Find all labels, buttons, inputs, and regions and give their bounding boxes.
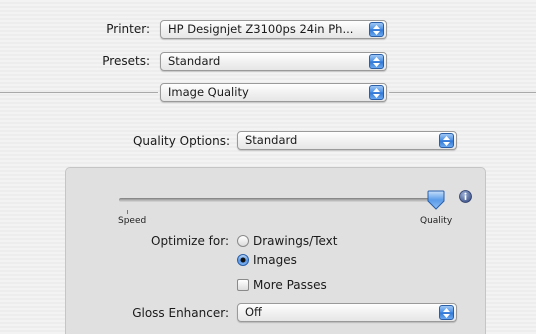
more-passes-label: More Passes — [253, 278, 327, 292]
presets-popup[interactable]: Standard — [160, 52, 387, 71]
slider-quality-label: Quality — [420, 216, 453, 226]
info-icon[interactable] — [459, 190, 472, 203]
popup-arrows-icon — [369, 85, 384, 100]
gloss-enhancer-value: Off — [245, 305, 262, 319]
quality-options-popup[interactable]: Standard — [237, 131, 457, 150]
radio-images-label: Images — [253, 253, 297, 267]
slider-speed-label: Speed — [118, 216, 147, 226]
radio-drawings-text[interactable] — [237, 235, 249, 247]
radio-drawings-text-label: Drawings/Text — [253, 234, 338, 248]
popup-arrows-icon — [439, 305, 454, 320]
optimize-for-label: Optimize for: — [151, 234, 229, 248]
more-passes-checkbox[interactable] — [237, 279, 249, 291]
slider-thumb[interactable] — [427, 190, 445, 210]
quality-options-label: Quality Options: — [132, 134, 230, 148]
quality-options-value: Standard — [245, 133, 298, 147]
pane-popup[interactable]: Image Quality — [160, 83, 387, 102]
slider-tick — [127, 210, 128, 214]
popup-arrows-icon — [369, 54, 384, 69]
gloss-enhancer-label: Gloss Enhancer: — [132, 306, 229, 320]
presets-value: Standard — [168, 54, 221, 68]
printer-popup[interactable]: HP Designjet Z3100ps 24in Ph... — [160, 20, 387, 39]
printer-label: Printer: — [106, 22, 150, 36]
radio-images[interactable] — [237, 254, 249, 266]
separator-left — [0, 92, 158, 93]
separator-right — [389, 92, 536, 93]
popup-arrows-icon — [439, 133, 454, 148]
gloss-enhancer-popup[interactable]: Off — [237, 303, 457, 322]
presets-label: Presets: — [102, 54, 150, 68]
pane-value: Image Quality — [168, 85, 249, 99]
printer-value: HP Designjet Z3100ps 24in Ph... — [168, 22, 354, 36]
popup-arrows-icon — [369, 22, 384, 37]
speed-quality-slider-track[interactable] — [119, 198, 439, 202]
